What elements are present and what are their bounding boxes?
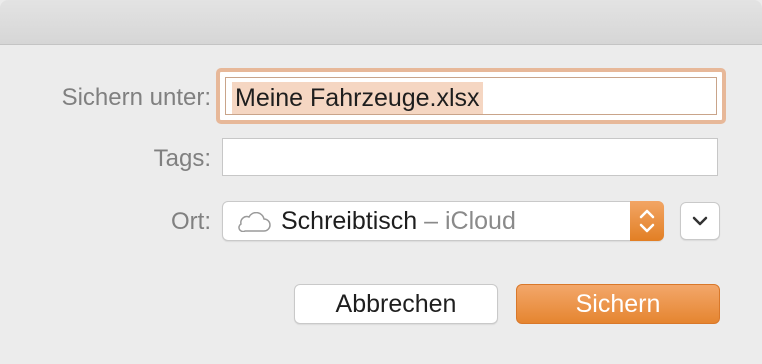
expand-button[interactable] xyxy=(680,202,720,240)
title-bar[interactable] xyxy=(0,0,762,45)
location-name: Schreibtisch xyxy=(281,207,418,235)
tags-field[interactable] xyxy=(222,138,718,176)
cancel-button[interactable]: Abbrechen xyxy=(294,284,498,324)
save-dialog: Sichern unter: Meine Fahrzeuge.xlsx Tags… xyxy=(0,0,762,364)
up-down-chevron-icon xyxy=(639,209,655,233)
location-stepper[interactable] xyxy=(630,201,664,241)
location-label: Ort: xyxy=(171,208,211,235)
save-as-value[interactable]: Meine Fahrzeuge.xlsx xyxy=(232,82,483,114)
chevron-down-icon xyxy=(692,216,708,226)
save-as-label: Sichern unter: xyxy=(61,84,211,111)
tags-label: Tags: xyxy=(153,145,211,172)
location-popup[interactable]: Schreibtisch – iCloud xyxy=(222,201,664,241)
location-sub: – iCloud xyxy=(417,207,516,235)
cloud-icon xyxy=(238,212,271,232)
save-as-field[interactable]: Meine Fahrzeuge.xlsx xyxy=(216,68,726,124)
save-as-input[interactable]: Meine Fahrzeuge.xlsx xyxy=(225,77,717,115)
save-button[interactable]: Sichern xyxy=(516,284,720,324)
location-text: Schreibtisch – iCloud xyxy=(281,207,516,236)
